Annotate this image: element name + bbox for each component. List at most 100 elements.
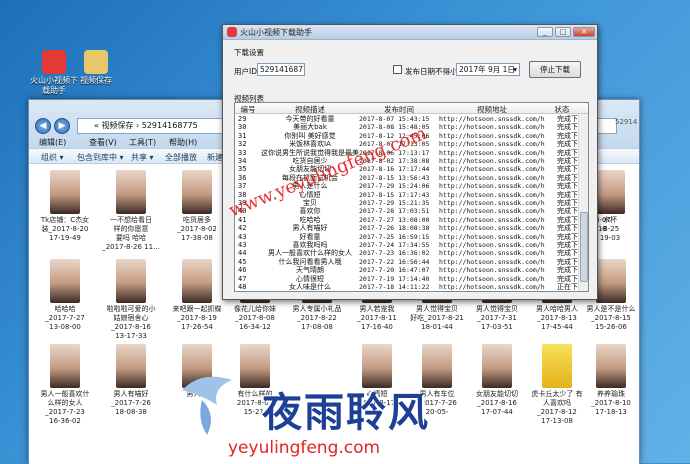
cell-id: 35 (238, 165, 247, 174)
brand-url-watermark: yeyulingfeng.com (228, 438, 381, 458)
cell-time: 2017-7-25 16:59:15 (359, 232, 430, 241)
cell-id: 42 (238, 224, 247, 233)
cell-url: http://hotsoon.snssdk.com/hotsoon/i... (439, 274, 545, 283)
video-tile[interactable]: 男人一般喜欢什 么样的女人 _2017-7-23 16-36-02 (35, 344, 95, 426)
table-row[interactable]: 39 宝贝 2017-7-29 15:21:35 http://hotsoon.sns… (235, 199, 588, 207)
cell-time: 2017-7-29 15:21:35 (359, 199, 430, 207)
table-row[interactable]: 48 女人味是什么 2017-7-18 14:11:22 http://hotsoon… (235, 283, 588, 291)
user-id-input[interactable]: 52914168775 (257, 63, 305, 76)
cell-time: 2017-7-27 13:08:00 (359, 215, 430, 224)
table-row[interactable]: 42 男人有喵好 2017-7-26 18:08:38 http://hotsoon.… (235, 224, 588, 232)
menu-edit[interactable]: 编辑(E) (39, 137, 66, 148)
video-tile[interactable]: 虎卡丘太少了 有 人喜欢吗 _2017-8-12 17-13-08 (527, 344, 587, 426)
video-thumbnail (116, 259, 146, 303)
table-row[interactable]: 35 女朋友能切切 2017-8-16 17:17:44 http://hotsoon… (235, 165, 588, 173)
organize-button[interactable]: 组织 ▾ (41, 152, 64, 163)
video-tile[interactable]: Tk店铺：C杰女 装_2017-8-20 17-19-49 (35, 170, 95, 243)
back-button[interactable]: ◀ (35, 118, 51, 134)
cell-time: 2017-8-08 15:48:05 (359, 123, 430, 132)
video-tile[interactable]: 啦啦啦可爱的小 姑娘宿舍心 _2017-8-16 13-17-33 (101, 259, 161, 341)
cell-id: 43 (238, 232, 247, 241)
menu-view[interactable]: 查看(V) (89, 137, 117, 148)
col-status[interactable]: 状态 (547, 104, 577, 115)
cell-time: 2017-7-19 17:14:40 (359, 274, 430, 283)
stop-download-button[interactable]: 停止下载 (529, 61, 581, 78)
table-row[interactable]: 41 吃哈哈 2017-7-27 13:08:00 http://hotsoon.sn… (235, 216, 588, 224)
cell-url: http://hotsoon.snssdk.com/hotsoon/i... (439, 148, 545, 157)
video-thumbnail (50, 170, 80, 214)
cell-desc: 心情很短 (296, 274, 324, 283)
cell-time: 2017-7-26 18:08:38 (359, 224, 430, 233)
cell-desc: 吃哈哈 (299, 215, 321, 224)
maximize-button[interactable]: □ (555, 27, 571, 37)
tile-caption: 虎卡丘太少了 有 人喜欢吗 _2017-8-12 17-13-08 (531, 390, 583, 425)
search-box[interactable]: 52914 (615, 118, 638, 134)
video-thumbnail (50, 259, 80, 303)
vertical-scrollbar[interactable] (578, 114, 588, 291)
search-text: 52914 (615, 118, 638, 126)
cell-time: 2017-7-20 16:47:07 (359, 266, 430, 275)
cell-time: 2017-7-18 14:11:22 (359, 283, 430, 291)
table-row[interactable]: 47 心情很短 2017-7-19 17:14:40 http://hotsoon.s… (235, 275, 588, 283)
video-tile[interactable]: 吃货居多 _2017-8-02 17-38-08 (167, 170, 227, 243)
table-row[interactable]: 45 什么我问看看男人哦 2017-7-22 16:56:44 http://hots… (235, 258, 588, 266)
cell-url: http://hotsoon.snssdk.com/hotsoon/i... (439, 283, 545, 291)
close-button[interactable]: ✕ (573, 27, 595, 37)
tile-caption: 女朋友能切切 _2017-8-16 17-07-44 (476, 390, 518, 416)
video-tile[interactable]: 养养瑜珠 _2017-8-10 17-18-13 (581, 344, 639, 417)
video-thumbnail (182, 259, 212, 303)
cell-url: http://hotsoon.snssdk.com/hotsoon/i... (439, 224, 545, 233)
tile-caption: 男人是不是什么 _2017-8-15 15-26-06 (586, 305, 636, 331)
video-thumbnail (482, 344, 512, 388)
minimize-button[interactable]: _ (537, 27, 553, 37)
table-row[interactable]: 33 这你说男生所说我觉得我是最美 2017-8-06 17:13:17 http:/… (235, 149, 588, 157)
cell-time: 2017-7-28 17:03:51 (359, 207, 430, 216)
table-row[interactable]: 44 男人一般喜欢什么样的女人 2017-7-23 16:36:02 http://h… (235, 249, 588, 257)
col-url[interactable]: 视频地址 (439, 104, 545, 115)
desktop-icon-label: 视频保存 (80, 76, 112, 85)
video-tile[interactable]: 来吧跟一起抓蝶 _2017-8-19 17-26-54 (167, 259, 227, 332)
cell-url: http://hotsoon.snssdk.com/hotsoon/i... (439, 140, 545, 149)
video-tile[interactable]: 男人有喵好 _2017-7-26 18-08-38 (101, 344, 161, 417)
cell-id: 31 (238, 131, 247, 140)
menu-help[interactable]: 帮助(H) (169, 137, 197, 148)
menu-tools[interactable]: 工具(T) (129, 137, 156, 148)
settings-section-label: 下载设置 (234, 48, 264, 57)
cell-time: 2017-7-23 16:36:02 (359, 249, 430, 258)
video-thumbnail (50, 344, 80, 388)
tile-caption: 男人觉得宝贝 好吃_2017-8-21 18-01-44 (410, 305, 464, 331)
cell-desc: 今天带的好看童 (285, 115, 335, 123)
video-thumbnail (542, 344, 572, 388)
col-id[interactable]: 编号 (237, 104, 259, 115)
cell-desc: 你别叫 美好感觉 (284, 131, 336, 140)
cell-desc: 什么我问看看男人哦 (278, 257, 342, 266)
desktop-icon-label: 火山小视频下载助手 (30, 76, 78, 95)
folder-icon (84, 50, 108, 74)
video-tile[interactable]: 一不想给看日 样的你愿意 要吗 哈哈 _2017-8-26 11... (101, 170, 161, 252)
tile-caption: 来吧跟一起抓蝶 _2017-8-19 17-26-54 (172, 305, 222, 331)
table-row[interactable]: 46 天气晴朗 2017-7-20 16:47:07 http://hotsoon.s… (235, 266, 588, 274)
include-library-button[interactable]: 包含到库中 ▾ (77, 152, 124, 163)
table-row[interactable]: 40 喜欢你 2017-7-28 17:03:51 http://hotsoon.sn… (235, 207, 588, 215)
desktop-icon-downloader[interactable]: 火山小视频下载助手 (30, 50, 78, 96)
cell-time: 2017-7-24 17:34:55 (359, 241, 430, 249)
cell-desc: 男人一般喜欢什么样的女人 (268, 249, 352, 258)
desktop-icon-video-folder[interactable]: 视频保存 (72, 50, 120, 86)
col-time[interactable]: 发布时间 (359, 104, 439, 115)
video-tile[interactable]: 女朋友能切切 _2017-8-16 17-07-44 (467, 344, 527, 417)
downloader-window: 火山小视频下载助手 _ □ ✕ 下载设置 用户ID: 52914168775 发… (222, 24, 598, 300)
date-filter-checkbox[interactable] (393, 65, 402, 74)
share-button[interactable]: 共享 ▾ (131, 152, 154, 163)
table-header: 编号 视频描述 发布时间 视频地址 状态 (235, 103, 588, 114)
table-row[interactable]: 34 吃货自居少 2017-8-02 17:38:08 http://hotsoon.… (235, 157, 588, 165)
table-row[interactable]: 29 今天带的好看童 2017-8-07 15:43:15 http://hotsoo… (235, 115, 588, 123)
cell-id: 46 (238, 266, 247, 275)
video-tile[interactable]: 哈哈哈 _2017-7-27 13-08-00 (35, 259, 95, 332)
col-desc[interactable]: 视频描述 (261, 104, 359, 115)
table-row[interactable]: 43 好看童 2017-7-25 16:59:15 http://hotsoon.sn… (235, 233, 588, 241)
forward-button[interactable]: ▶ (54, 118, 70, 134)
scrollbar-thumb[interactable] (580, 212, 588, 282)
table-row[interactable]: 43 喜欢我吗吗 2017-7-24 17:34:55 http://hotsoon.… (235, 241, 588, 249)
play-all-button[interactable]: 全部播放 (165, 152, 197, 163)
date-picker[interactable]: 2017年 9月 1日 ▾ (456, 63, 520, 76)
